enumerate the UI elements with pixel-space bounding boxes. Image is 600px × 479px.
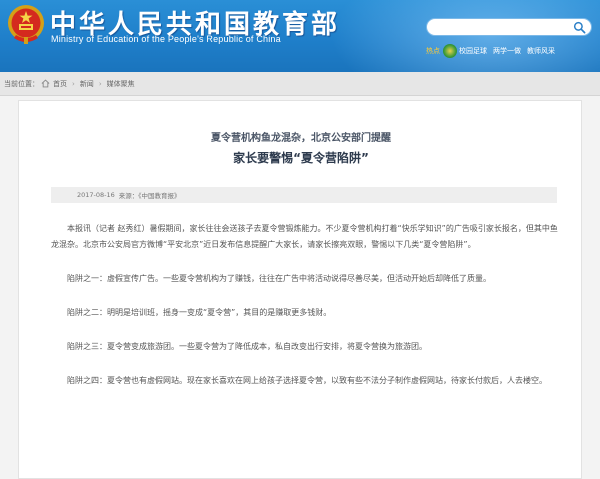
breadcrumb-media-focus[interactable]: 媒体聚焦 (107, 79, 135, 89)
article-body: 本报讯（记者 赵秀红）暑假期间，家长往往会送孩子去夏令营锻炼能力。不少夏令营机构… (51, 221, 561, 407)
campus-football-badge-icon[interactable] (443, 44, 457, 58)
search-icon[interactable] (573, 21, 586, 34)
hot-links-label: 热点 (426, 47, 440, 55)
article-paragraph: 陷阱之四：夏令营也有虚假网站。现在家长喜欢在网上给孩子选择夏令营，以致有些不法分… (67, 376, 547, 385)
article-paragraph: 陷阱之一：虚假宣传广告。一些夏令营机构为了赚钱，往往在广告中将活动说得尽善尽美，… (67, 274, 491, 283)
article-title: 家长要警惕“夏令营陷阱” (233, 151, 369, 165)
search-box[interactable] (426, 18, 592, 36)
breadcrumb: 当前位置： 首页 › 新闻 › 媒体聚焦 (0, 72, 600, 96)
article-panel: 夏令营机构鱼龙混杂，北京公安部门提醒 家长要警惕“夏令营陷阱” 2017-08-… (18, 100, 582, 479)
article-paragraph: 本报讯（记者 赵秀红）暑假期间，家长往往会送孩子去夏令营锻炼能力。不少夏令营机构… (51, 224, 558, 249)
site-header: 中华人民共和国教育部 Ministry of Education of the … (0, 0, 600, 72)
article-subtitle: 夏令营机构鱼龙混杂，北京公安部门提醒 (211, 133, 391, 144)
article-source: 来源：《中国教育报》 (118, 192, 181, 200)
article-date: 2017-08-16 (77, 191, 115, 199)
chevron-right-icon: › (98, 79, 102, 88)
national-emblem-icon[interactable] (6, 2, 46, 46)
article-paragraph: 陷阱之三：夏令营变成旅游团。一些夏令营为了降低成本，私自改变出行安排，将夏令营换… (67, 342, 427, 351)
home-icon (41, 79, 50, 88)
article-paragraph: 陷阱之二：明明是培训班，摇身一变成“夏令营”，其目的是赚取更多钱财。 (67, 308, 332, 317)
breadcrumb-news[interactable]: 新闻 (80, 79, 94, 89)
search-input[interactable] (435, 20, 571, 34)
breadcrumb-prefix: 当前位置： (4, 79, 39, 88)
hot-links-bar: 热点 校园足球 两学一做 教师风采 (426, 44, 561, 58)
site-subtitle: Ministry of Education of the People's Re… (51, 34, 281, 44)
hot-link-two-studies[interactable]: 两学一做 (493, 46, 521, 56)
article-meta: 2017-08-16 来源：《中国教育报》 (51, 187, 557, 203)
breadcrumb-home[interactable]: 首页 (53, 79, 67, 89)
chevron-right-icon: › (72, 79, 75, 88)
hot-link-campus-football[interactable]: 校园足球 (459, 46, 487, 56)
hot-link-teacher-style[interactable]: 教师风采 (527, 46, 555, 56)
header-glow (330, 0, 600, 72)
